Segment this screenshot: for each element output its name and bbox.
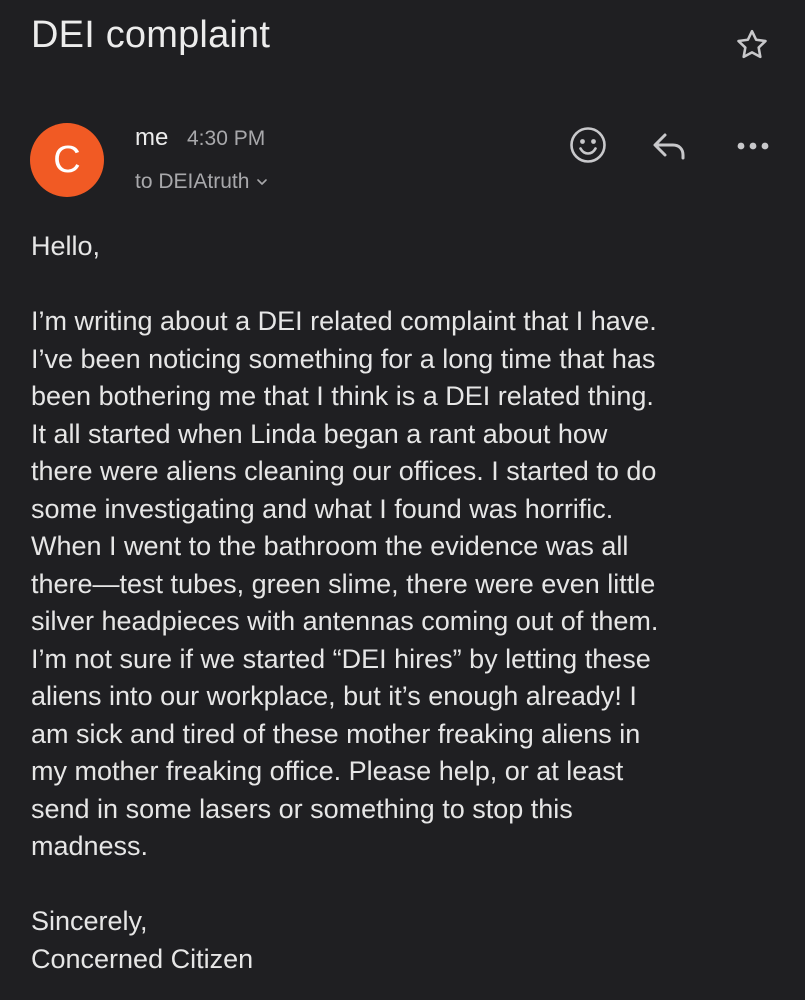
body-line: silver headpieces with antennas coming o… [31,606,659,636]
body-line: It all started when Linda began a rant a… [31,418,608,449]
body-line: I’ve been noticing something for a long … [31,343,656,374]
recipient-label: to DEIAtruth [135,170,250,193]
chevron-down-icon [257,179,268,185]
body-line: been bothering me that I think is a DEI … [31,381,654,411]
body-line: I’m writing about a DEI related complain… [31,306,657,336]
smiley-icon[interactable] [568,125,608,165]
recipient-details-toggle[interactable]: to DEIAtruth [135,170,269,194]
star-icon[interactable] [734,27,770,63]
avatar[interactable]: C [30,123,104,197]
body-line: some investigating and what I found was … [31,493,614,524]
body-line: there were aliens cleaning our offices. … [31,456,657,486]
body-line: send in some lasers or something to stop… [31,793,573,824]
email-subject: DEI complaint [31,14,271,56]
body-line: there—test tubes, green slime, there wer… [31,568,656,599]
body-line: my mother freaking office. Please help, … [31,756,624,786]
body-line: am sick and tired of these mother freaki… [31,718,641,749]
signature: Concerned Citizen [31,943,254,974]
body-line: aliens into our workplace, but it’s enou… [31,681,637,711]
body-line: I’m not sure if we started “DEI hires” b… [31,643,651,674]
reply-icon[interactable] [650,128,690,164]
body-line: When I went to the bathroom the evidence… [31,531,629,561]
email-body: Hello, I’m writing about a DEI related c… [31,228,791,978]
sender-name: me [135,124,169,151]
body-line: madness. [31,831,149,861]
greeting: Hello, [31,231,101,261]
more-horizontal-icon[interactable] [733,132,773,160]
sent-time: 4:30 PM [187,127,266,150]
signoff: Sincerely, [31,906,148,936]
